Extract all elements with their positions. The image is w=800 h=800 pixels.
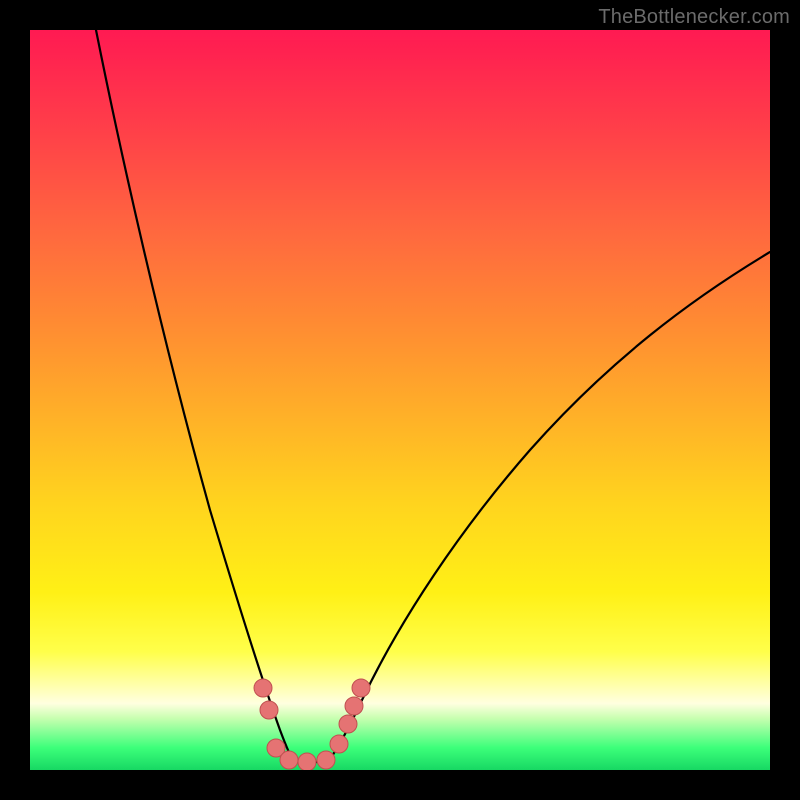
curve-left-branch [96, 30, 294, 762]
bottleneck-curve-svg [30, 30, 770, 770]
marker-dot [254, 679, 272, 697]
outer-frame: TheBottlenecker.com [0, 0, 800, 800]
curve-right-branch [328, 252, 770, 762]
plot-area [30, 30, 770, 770]
marker-dot [317, 751, 335, 769]
marker-dot [330, 735, 348, 753]
marker-dot [280, 751, 298, 769]
marker-dot [298, 753, 316, 770]
marker-dot [339, 715, 357, 733]
marker-dot [260, 701, 278, 719]
watermark-text: TheBottlenecker.com [598, 6, 790, 29]
marker-dot [352, 679, 370, 697]
marker-dot [345, 697, 363, 715]
